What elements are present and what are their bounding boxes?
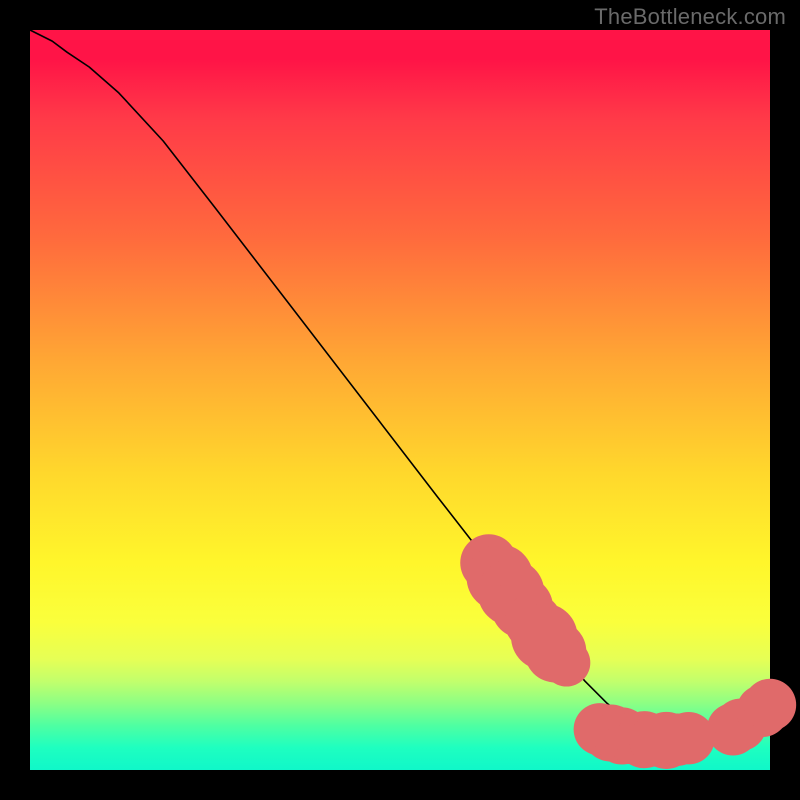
attribution-text: TheBottleneck.com xyxy=(594,4,786,30)
chart-frame: TheBottleneck.com xyxy=(0,0,800,800)
chart-svg xyxy=(30,30,770,770)
data-marker xyxy=(543,639,591,687)
data-marker xyxy=(662,712,714,764)
marker-group xyxy=(460,534,796,769)
bottleneck-curve xyxy=(30,30,770,740)
data-marker xyxy=(744,679,796,731)
plot-area xyxy=(30,30,770,770)
